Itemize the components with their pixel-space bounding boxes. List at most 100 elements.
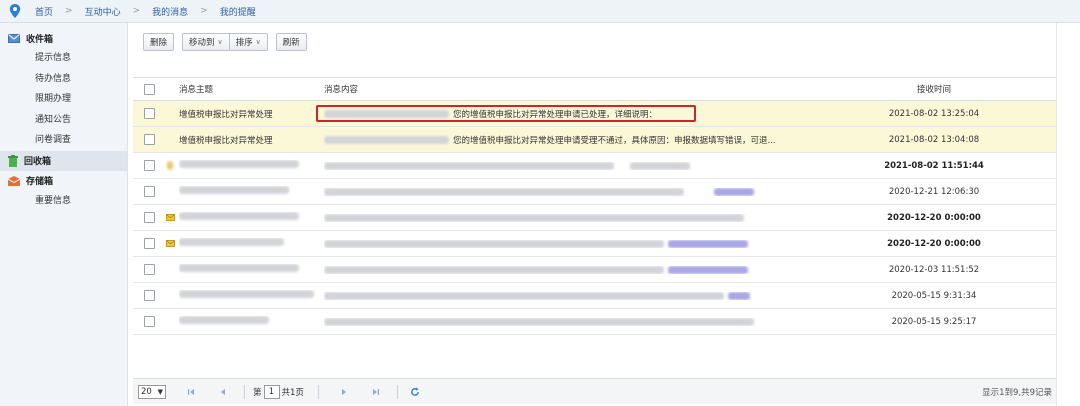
move-to-label: 移动到 [189, 38, 215, 48]
row-subject[interactable] [179, 316, 324, 327]
refresh-button-label: 刷新 [282, 38, 300, 48]
row-content[interactable] [324, 317, 819, 326]
table-row[interactable]: 2021-08-02 11:51:44 [133, 153, 1056, 179]
row-content[interactable]: 您的增值税申报比对异常处理申请受理不通过，具体原因：申报数据填写错误，可退... [324, 134, 819, 146]
move-to-dropdown[interactable]: 移动到 ∨ [182, 33, 230, 51]
row-content-text: 您的增值税申报比对异常处理申请受理不通过，具体原因：申报数据填写错误，可退... [453, 135, 776, 146]
redacted-text [179, 316, 269, 324]
header-content[interactable]: 消息内容 [324, 83, 819, 95]
breadcrumb-my-messages[interactable]: 我的消息 [152, 5, 188, 18]
refresh-button[interactable]: 刷新 [275, 33, 307, 51]
redacted-text [179, 160, 299, 168]
row-subject[interactable] [179, 238, 324, 249]
page-total: 共1页 [281, 387, 304, 398]
table-row[interactable]: 2020-05-15 9:25:17 [133, 309, 1056, 335]
table-row[interactable]: 2020-12-21 12:06:30 [133, 179, 1056, 205]
row-checkbox[interactable] [143, 212, 155, 223]
row-checkbox[interactable] [143, 160, 155, 171]
sidebar-section-label: 回收箱 [24, 157, 52, 167]
breadcrumb-separator: > [132, 6, 141, 16]
row-time: 2020-05-15 9:25:17 [891, 316, 977, 327]
row-subject[interactable] [179, 264, 324, 275]
table-row[interactable]: 增值税申报比对异常处理 您的增值税申报比对异常处理申请已处理，详细说明： 202… [133, 101, 1056, 127]
page-number-input[interactable]: 1 [263, 384, 280, 399]
redacted-text [179, 290, 314, 298]
row-subject[interactable] [179, 186, 324, 197]
row-subject[interactable] [179, 290, 324, 301]
redacted-text [179, 238, 284, 246]
last-page-icon [372, 388, 379, 395]
redacted-text [179, 264, 299, 272]
message-table: 消息主题 消息内容 接收时间 增值税申报比对异常处理 您的增值税申报比对异常处理… [133, 77, 1056, 335]
mail-icon [167, 161, 173, 170]
redacted-text [630, 161, 690, 170]
sidebar-section-inbox[interactable]: 收件箱 [0, 28, 127, 48]
row-checkbox[interactable] [143, 186, 155, 197]
redacted-text [324, 187, 684, 196]
row-time: 2020-12-03 11:51:52 [888, 264, 980, 275]
sidebar-item-notice[interactable]: 提示信息 [0, 48, 127, 69]
row-checkbox[interactable] [143, 316, 155, 327]
annotation-highlight-box [316, 105, 696, 122]
sort-dropdown[interactable]: 排序 ∨ [229, 33, 268, 51]
row-subject[interactable]: 增值税申报比对异常处理 [179, 108, 324, 120]
breadcrumb-my-reminders[interactable]: 我的提醒 [220, 5, 256, 18]
content-border [1056, 23, 1057, 406]
sidebar-item-survey[interactable]: 问卷调查 [0, 130, 127, 151]
row-content[interactable] [324, 291, 819, 300]
sidebar-item-announcement[interactable]: 通知公告 [0, 110, 127, 131]
next-page-button[interactable] [337, 385, 351, 399]
sidebar-item-important[interactable]: 重要信息 [0, 191, 127, 212]
sidebar-item-deadline[interactable]: 限期办理 [0, 89, 127, 110]
table-row[interactable]: 2020-05-15 9:31:34 [133, 283, 1056, 309]
row-subject[interactable] [179, 212, 324, 223]
row-content[interactable] [324, 187, 819, 196]
location-pin-icon [9, 4, 21, 18]
last-page-button[interactable] [369, 385, 383, 399]
sidebar-section-storage[interactable]: 存储箱 [0, 171, 127, 191]
select-all-checkbox[interactable] [143, 83, 155, 95]
row-content[interactable] [324, 265, 819, 274]
table-row[interactable]: 增值税申报比对异常处理 您的增值税申报比对异常处理申请受理不通过，具体原因：申报… [133, 127, 1056, 153]
row-content[interactable] [324, 239, 819, 248]
row-subject[interactable] [179, 160, 324, 171]
row-checkbox[interactable] [143, 290, 155, 301]
sidebar-item-todo[interactable]: 待办信息 [0, 69, 127, 90]
redacted-text [324, 135, 449, 144]
breadcrumb-separator: > [200, 6, 208, 16]
header-time[interactable]: 接收时间 [819, 83, 1049, 95]
delete-button[interactable]: 删除 [143, 33, 175, 51]
header-subject[interactable]: 消息主题 [179, 83, 324, 95]
breadcrumb-home[interactable]: 首页 [35, 5, 53, 18]
redacted-text [324, 265, 664, 274]
sidebar-section-label: 收件箱 [26, 34, 54, 45]
table-row[interactable]: 2020-12-03 11:51:52 [133, 257, 1056, 283]
reload-button[interactable] [408, 385, 422, 399]
breadcrumb-interaction-center[interactable]: 互动中心 [85, 5, 121, 18]
row-checkbox[interactable] [143, 238, 155, 249]
row-checkbox[interactable] [143, 134, 155, 145]
page-size-select[interactable]: 20 ▼ [138, 384, 166, 399]
row-content[interactable] [324, 213, 819, 222]
row-checkbox[interactable] [143, 264, 155, 275]
sidebar: 收件箱 提示信息 待办信息 限期办理 通知公告 问卷调查 回收箱 存储箱 重要信… [0, 23, 128, 406]
pager-divider [244, 384, 245, 399]
row-content[interactable] [324, 161, 819, 170]
sidebar-section-recycle[interactable]: 回收箱 [0, 150, 127, 171]
redacted-text [324, 213, 744, 222]
prev-page-button[interactable] [216, 385, 230, 399]
move-sort-group: 移动到 ∨ 排序 ∨ [182, 33, 268, 53]
redacted-text [668, 265, 748, 274]
breadcrumb-bar: 首页 > 互动中心 > 我的消息 > 我的提醒 [0, 0, 1080, 23]
envelope-icon [8, 33, 20, 43]
row-checkbox[interactable] [143, 108, 155, 119]
table-row[interactable]: 2020-12-20 0:00:00 [133, 231, 1056, 257]
trash-icon [8, 154, 18, 167]
pagination-bar: 20 ▼ 第 1 共1页 显示1到9,共9记录 [133, 378, 1056, 404]
row-subject[interactable]: 增值税申报比对异常处理 [179, 134, 324, 146]
row-time: 2020-12-21 12:06:30 [888, 186, 980, 197]
redacted-text [324, 239, 664, 248]
first-page-button[interactable] [184, 385, 198, 399]
table-row[interactable]: 2020-12-20 0:00:00 [133, 205, 1056, 231]
row-time: 2020-12-20 0:00:00 [887, 238, 981, 249]
